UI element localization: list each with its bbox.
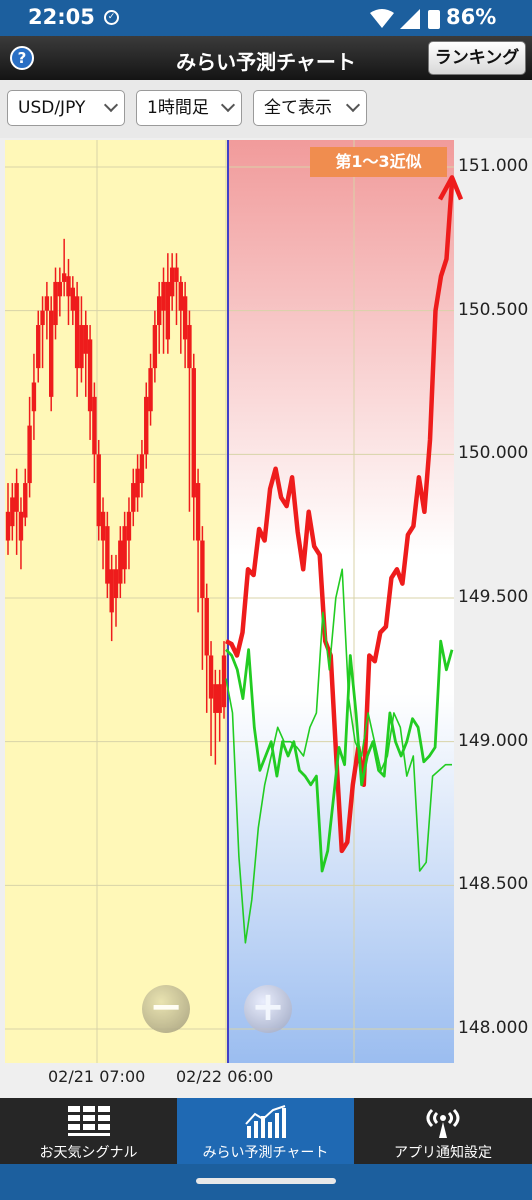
y-tick-label: 149.000 bbox=[458, 730, 529, 751]
candle-body bbox=[100, 511, 106, 541]
chart-icon bbox=[244, 1105, 286, 1138]
candle-body bbox=[36, 325, 41, 369]
candle-body bbox=[161, 281, 166, 311]
candle-body bbox=[57, 281, 63, 297]
candle-body bbox=[122, 526, 127, 570]
candle-body bbox=[87, 339, 93, 412]
candle-body bbox=[195, 483, 201, 541]
candle-body bbox=[139, 454, 145, 484]
candle-body bbox=[66, 276, 71, 297]
system-nav-bar bbox=[0, 1164, 532, 1200]
candle-body bbox=[53, 281, 58, 326]
y-tick-label: 150.000 bbox=[458, 443, 529, 464]
bottom-tab-bar: お天気シグナル みらい予測チャート アプリ通知設定 bbox=[0, 1098, 532, 1164]
grid-icon bbox=[67, 1106, 110, 1136]
candle-body bbox=[126, 511, 132, 541]
candle-body bbox=[187, 325, 192, 369]
candle-body bbox=[148, 368, 153, 412]
candle-body bbox=[208, 655, 214, 699]
tab-prediction-chart[interactable]: みらい予測チャート bbox=[177, 1098, 354, 1164]
candle-body bbox=[204, 598, 209, 656]
candle-body bbox=[157, 296, 162, 326]
candle-body bbox=[191, 368, 196, 498]
candle-body bbox=[152, 325, 158, 369]
candle-body bbox=[221, 655, 227, 708]
candle-body bbox=[10, 497, 15, 527]
y-tick-label: 151.000 bbox=[458, 156, 529, 176]
y-tick-label: 148.500 bbox=[458, 874, 529, 895]
candle-body bbox=[44, 296, 50, 311]
candle-body bbox=[14, 483, 19, 512]
candle-body bbox=[74, 296, 80, 369]
approximation-badge: 第1～3近似 bbox=[310, 147, 447, 177]
prediction-region bbox=[228, 140, 454, 1063]
candle-body bbox=[96, 454, 101, 527]
candle-body bbox=[83, 325, 88, 354]
tab-label: お天気シグナル bbox=[39, 1145, 138, 1161]
candle-body bbox=[144, 396, 149, 455]
candle-body bbox=[165, 281, 171, 340]
antenna-icon bbox=[426, 1108, 460, 1138]
candle-body bbox=[105, 526, 110, 584]
x-tick-label: 02/22 06:00 bbox=[176, 1067, 274, 1086]
candle-body bbox=[40, 310, 45, 326]
tab-label: アプリ通知設定 bbox=[394, 1145, 492, 1161]
tab-weather-signal[interactable]: お天気シグナル bbox=[0, 1098, 177, 1164]
candle-body bbox=[31, 382, 37, 412]
candle-body bbox=[178, 281, 183, 311]
candle-body bbox=[18, 511, 24, 541]
candle-body bbox=[70, 287, 75, 311]
candle-body bbox=[118, 540, 123, 584]
tab-notification-settings[interactable]: アプリ通知設定 bbox=[354, 1098, 532, 1164]
candle-body bbox=[174, 267, 179, 282]
candle-body bbox=[79, 325, 84, 369]
candle-body bbox=[23, 483, 28, 518]
zoom-in-button[interactable]: + bbox=[244, 985, 292, 1033]
candle-body bbox=[131, 483, 136, 512]
candle-body bbox=[213, 684, 218, 713]
candle-body bbox=[217, 684, 222, 713]
candle-body bbox=[169, 267, 175, 297]
candle-body bbox=[182, 296, 188, 340]
candle-body bbox=[5, 511, 11, 541]
candle-body bbox=[61, 273, 67, 282]
y-tick-label: 150.500 bbox=[458, 299, 529, 320]
x-tick-label: 02/21 07:00 bbox=[48, 1067, 146, 1086]
tab-label: みらい予測チャート bbox=[202, 1145, 329, 1161]
candle-body bbox=[200, 540, 205, 598]
home-gesture-bar[interactable] bbox=[196, 1178, 336, 1184]
candle-body bbox=[135, 468, 140, 498]
y-tick-label: 148.000 bbox=[458, 1018, 529, 1038]
candle-body bbox=[113, 569, 119, 598]
candle-body bbox=[27, 425, 32, 484]
candle-body bbox=[49, 310, 54, 397]
zoom-out-button[interactable]: − bbox=[142, 985, 190, 1033]
y-tick-label: 149.500 bbox=[458, 587, 529, 607]
candle-body bbox=[92, 396, 97, 455]
candle-body bbox=[109, 569, 114, 613]
prediction-chart[interactable] bbox=[0, 0, 532, 1098]
